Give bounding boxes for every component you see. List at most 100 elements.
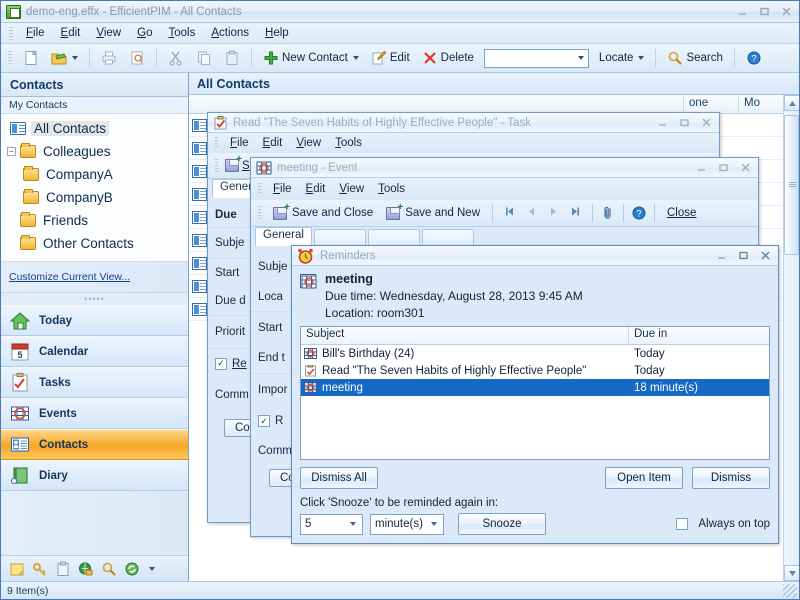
vertical-scrollbar[interactable] bbox=[783, 95, 799, 581]
attachment-icon[interactable] bbox=[600, 205, 616, 221]
chevron-down-icon[interactable] bbox=[431, 522, 437, 526]
new-contact-dropdown-icon[interactable] bbox=[353, 56, 359, 60]
open-folder-dropdown-icon[interactable] bbox=[72, 56, 78, 60]
first-record-icon[interactable] bbox=[500, 206, 519, 220]
scroll-down-button[interactable] bbox=[784, 565, 799, 581]
task-minimize-icon[interactable] bbox=[652, 115, 673, 131]
notes-icon[interactable] bbox=[9, 561, 25, 577]
event-maximize-icon[interactable] bbox=[713, 160, 734, 176]
tree-item-colleagues[interactable]: − Colleagues bbox=[1, 140, 188, 163]
scrollbar-thumb[interactable] bbox=[784, 115, 799, 255]
web-lock-icon[interactable] bbox=[78, 561, 94, 577]
tab-3[interactable] bbox=[368, 229, 420, 246]
next-record-icon[interactable] bbox=[544, 206, 563, 220]
column-header-due-in[interactable]: Due in bbox=[629, 327, 769, 344]
list-item[interactable]: Read "The Seven Habits of Highly Effecti… bbox=[301, 362, 769, 379]
toolbar-grip[interactable] bbox=[8, 51, 12, 66]
search-icon[interactable] bbox=[101, 561, 117, 577]
event-close-button[interactable]: Close bbox=[662, 204, 701, 222]
task-menubar-grip[interactable] bbox=[215, 137, 218, 149]
sidebar-item-contacts[interactable]: Contacts bbox=[1, 429, 188, 460]
event-menubar-grip[interactable] bbox=[258, 183, 261, 195]
sidebar-item-diary[interactable]: Diary bbox=[1, 460, 188, 491]
expander-collapse-icon[interactable]: − bbox=[7, 147, 16, 156]
task-close-icon[interactable] bbox=[696, 115, 717, 131]
grid-header-phone[interactable]: one bbox=[684, 95, 739, 113]
menu-go[interactable]: Go bbox=[129, 25, 160, 41]
event-close-icon[interactable] bbox=[735, 160, 756, 176]
sidebar-item-tasks[interactable]: Tasks bbox=[1, 367, 188, 398]
resize-grip[interactable] bbox=[783, 584, 797, 598]
menu-edit[interactable]: Edit bbox=[53, 25, 89, 41]
task-window-titlebar[interactable]: Read "The Seven Habits of Highly Effecti… bbox=[208, 113, 719, 133]
event-menu-file[interactable]: File bbox=[266, 182, 299, 196]
sidebar-item-today[interactable]: Today bbox=[1, 305, 188, 336]
chevron-down-icon[interactable] bbox=[350, 522, 356, 526]
tab-2[interactable] bbox=[314, 229, 366, 246]
search-input[interactable] bbox=[484, 49, 589, 68]
event-window-titlebar[interactable]: meeting - Event bbox=[251, 158, 758, 178]
save-and-new-button[interactable]: Save and New bbox=[381, 204, 485, 223]
tree-item-companya[interactable]: CompanyA bbox=[1, 163, 188, 186]
maximize-icon[interactable] bbox=[754, 4, 775, 20]
reminders-list[interactable]: Subject Due in Bill's Birthday (24) Toda… bbox=[300, 326, 770, 460]
event-menu-edit[interactable]: Edit bbox=[299, 182, 333, 196]
reminders-close-icon[interactable] bbox=[755, 248, 776, 264]
task-maximize-icon[interactable] bbox=[674, 115, 695, 131]
event-minimize-icon[interactable] bbox=[691, 160, 712, 176]
event-menu-tools[interactable]: Tools bbox=[371, 182, 412, 196]
sync-icon[interactable] bbox=[124, 561, 140, 577]
menu-actions[interactable]: Actions bbox=[203, 25, 257, 41]
last-record-icon[interactable] bbox=[566, 206, 585, 220]
paste-button[interactable] bbox=[219, 47, 245, 69]
event-menu-view[interactable]: View bbox=[332, 182, 371, 196]
task-reminder-checkbox[interactable]: ✓ bbox=[215, 358, 227, 370]
locate-button[interactable]: Locate bbox=[594, 49, 650, 67]
event-toolbar-grip[interactable] bbox=[258, 206, 261, 220]
customize-current-view-link[interactable]: Customize Current View... bbox=[9, 271, 130, 283]
more-chevron-icon[interactable] bbox=[149, 567, 155, 571]
splitter-handle[interactable]: ••••• bbox=[1, 292, 188, 305]
search-dropdown-icon[interactable] bbox=[578, 56, 584, 60]
tab-general[interactable]: General bbox=[255, 227, 312, 246]
cut-button[interactable] bbox=[163, 47, 189, 69]
reminders-maximize-icon[interactable] bbox=[733, 248, 754, 264]
snooze-value-select[interactable]: 5 bbox=[300, 514, 363, 535]
task-menu-file[interactable]: File bbox=[223, 136, 256, 150]
event-reminder-checkbox[interactable]: ✓ bbox=[258, 415, 270, 427]
sidebar-item-calendar[interactable]: 5 Calendar bbox=[1, 336, 188, 367]
password-key-icon[interactable] bbox=[32, 561, 48, 577]
help-icon[interactable]: ? bbox=[631, 205, 647, 221]
reminders-dialog[interactable]: Reminders meeting Due time: Wednesday, A… bbox=[291, 245, 779, 544]
open-folder-button[interactable] bbox=[46, 47, 83, 69]
open-item-button[interactable]: Open Item bbox=[605, 467, 683, 489]
print-preview-button[interactable] bbox=[124, 47, 150, 69]
task-toolbar-grip[interactable] bbox=[215, 159, 218, 173]
menu-view[interactable]: View bbox=[88, 25, 129, 41]
dismiss-button[interactable]: Dismiss bbox=[692, 467, 770, 489]
menu-file[interactable]: FFileile bbox=[18, 25, 53, 41]
dismiss-all-button[interactable]: Dismiss All bbox=[300, 467, 378, 489]
new-document-button[interactable] bbox=[18, 47, 44, 69]
task-menu-edit[interactable]: Edit bbox=[256, 136, 290, 150]
reminders-minimize-icon[interactable] bbox=[711, 248, 732, 264]
edit-button[interactable]: Edit bbox=[366, 47, 415, 69]
help-button[interactable]: ? bbox=[741, 47, 767, 69]
snooze-unit-select[interactable]: minute(s) bbox=[370, 514, 444, 535]
menubar-grip[interactable] bbox=[9, 27, 13, 40]
print-button[interactable] bbox=[96, 47, 122, 69]
always-on-top-checkbox[interactable] bbox=[676, 518, 688, 530]
list-item[interactable]: meeting 18 minute(s) bbox=[301, 379, 769, 396]
reminders-titlebar[interactable]: Reminders bbox=[292, 246, 778, 266]
close-icon[interactable] bbox=[776, 4, 797, 20]
locate-dropdown-icon[interactable] bbox=[638, 56, 644, 60]
tab-4[interactable] bbox=[422, 229, 474, 246]
new-contact-button[interactable]: New Contact bbox=[258, 47, 364, 69]
tree-item-companyb[interactable]: CompanyB bbox=[1, 186, 188, 209]
task-menu-view[interactable]: View bbox=[289, 136, 328, 150]
list-item[interactable]: Bill's Birthday (24) Today bbox=[301, 345, 769, 362]
tree-item-friends[interactable]: Friends bbox=[1, 209, 188, 232]
column-header-subject[interactable]: Subject bbox=[301, 327, 629, 344]
task-menu-tools[interactable]: Tools bbox=[328, 136, 369, 150]
minimize-icon[interactable] bbox=[732, 4, 753, 20]
